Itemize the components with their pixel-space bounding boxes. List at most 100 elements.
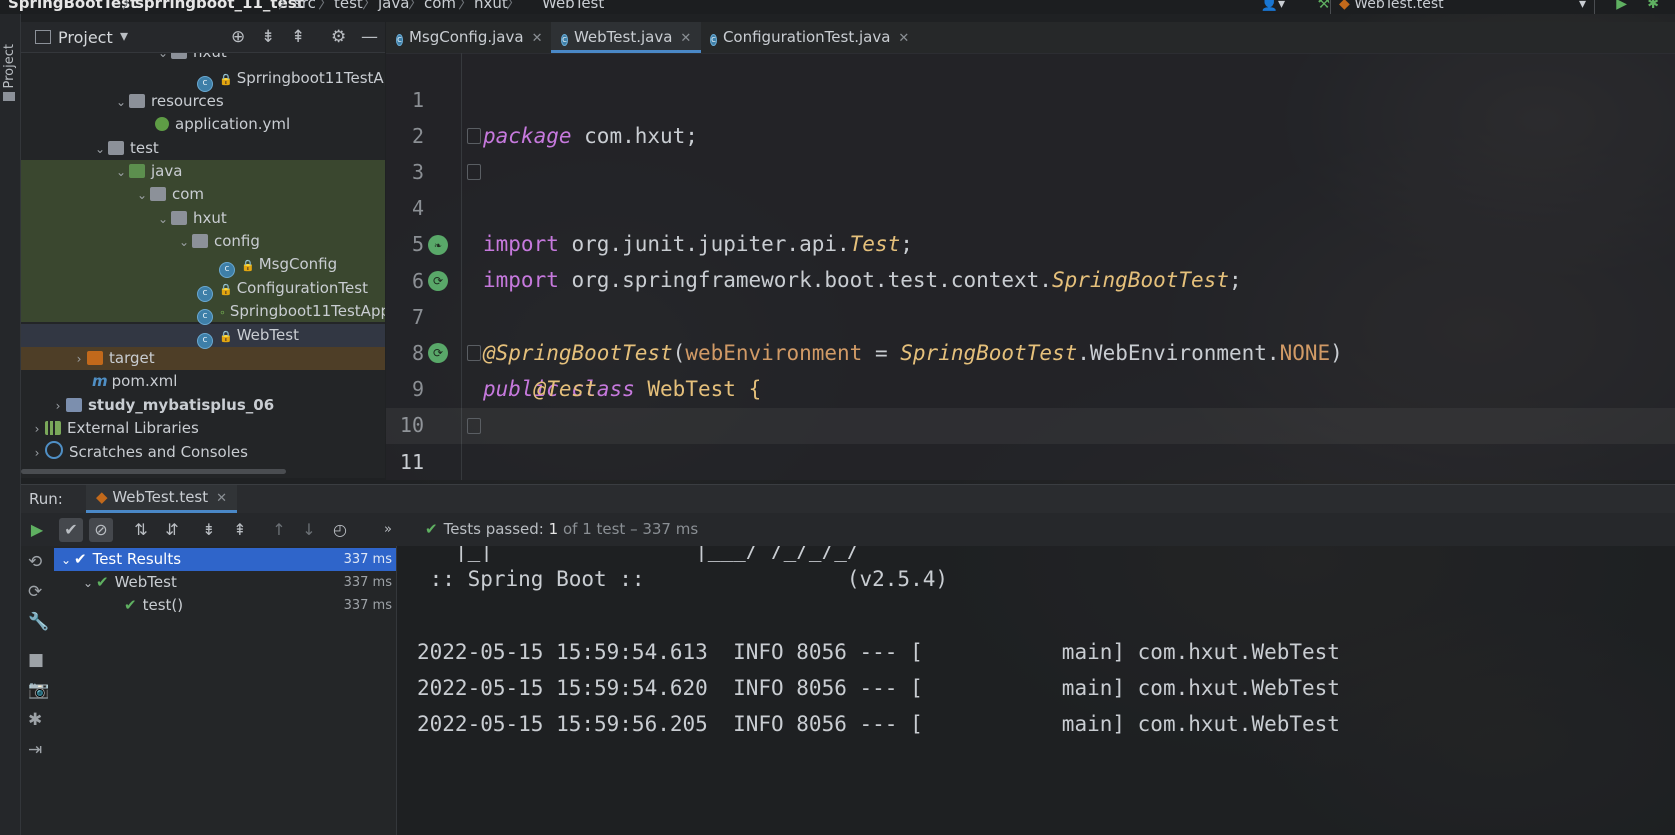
tree-node-webtest[interactable]: c 🔒 WebTest: [197, 324, 299, 349]
toggle-autotest-icon[interactable]: ⟳: [28, 582, 42, 602]
run-test-icon[interactable]: ⟳: [428, 271, 448, 291]
locate-icon[interactable]: ⊕: [231, 27, 245, 47]
chevron-right-icon[interactable]: ›: [50, 395, 66, 418]
chevron-down-icon[interactable]: ⌄: [92, 138, 108, 161]
tree-node-springboot11testapp[interactable]: c ∘ Springboot11TestApp: [197, 300, 385, 325]
tree-node-com[interactable]: ⌄ com: [134, 183, 204, 206]
debug-icon[interactable]: ✱: [1647, 0, 1659, 11]
fold-marker-icon[interactable]: [467, 418, 481, 434]
test-results-root[interactable]: ⌄ ✔ Test Results 337 ms: [54, 548, 396, 571]
spring-bean-icon[interactable]: ❧: [428, 235, 448, 255]
project-tool-window-button[interactable]: Project: [2, 44, 17, 88]
chevron-down-icon[interactable]: ⌄: [113, 161, 129, 184]
build-hammer-icon[interactable]: ⚒: [1317, 0, 1330, 11]
project-tree: ⌄hxut c🔒Sprringboot11TestAp ⌄resources a…: [21, 53, 385, 478]
tree-node-hxut-main[interactable]: ⌄hxut: [155, 53, 227, 64]
expand-all-icon[interactable]: ⇟: [197, 518, 221, 542]
breadcrumb-java[interactable]: java: [378, 0, 409, 11]
show-ignored-icon[interactable]: ⊘: [89, 518, 113, 542]
chevron-down-icon[interactable]: ⌄: [58, 549, 74, 572]
collapse-all-icon[interactable]: ⇞: [291, 27, 305, 47]
close-icon[interactable]: ✕: [680, 31, 691, 46]
breadcrumb-hxut[interactable]: hxut: [474, 0, 508, 11]
user-icon[interactable]: 👤▾: [1261, 0, 1285, 11]
breadcrumb-test[interactable]: test: [334, 0, 363, 11]
collapse-all-icon[interactable]: ⇞: [228, 518, 252, 542]
camera-icon[interactable]: 📷: [28, 680, 49, 700]
next-test-icon[interactable]: ↓: [297, 518, 321, 542]
minimize-icon[interactable]: —: [361, 27, 378, 47]
tree-horizontal-scrollbar[interactable]: [21, 469, 286, 474]
code-line: 8 @Test: [386, 299, 1675, 401]
chevron-down-icon[interactable]: ⌄: [134, 184, 150, 207]
tree-node-app-main[interactable]: c 🔒 Sprringboot11TestAp: [197, 67, 385, 92]
fold-marker-icon[interactable]: [467, 128, 481, 144]
run-icon[interactable]: ▶: [1616, 0, 1627, 11]
project-panel-title[interactable]: Project: [58, 28, 113, 47]
chevron-down-icon[interactable]: ▾: [120, 26, 128, 45]
tree-node-config[interactable]: ⌄ config: [176, 230, 260, 253]
gear-icon[interactable]: ⚙: [331, 27, 346, 47]
wrench-icon[interactable]: 🔧: [28, 612, 49, 632]
history-icon[interactable]: ◴: [328, 518, 352, 542]
rerun-icon[interactable]: ▶: [25, 518, 49, 542]
tab-configurationtest[interactable]: c ConfigurationTest.java ✕: [700, 22, 919, 53]
tree-node-msgconfig[interactable]: c 🔒 MsgConfig: [219, 253, 337, 278]
editor-tab-bar: c MsgConfig.java ✕ c WebTest.java ✕ c Configu…: [386, 22, 1675, 54]
test-node-test-method[interactable]: ✔ test() 337 ms: [54, 594, 396, 617]
tree-node-test[interactable]: ⌄ test: [92, 137, 159, 160]
chevron-down-icon[interactable]: ⌄: [155, 208, 171, 231]
fold-marker-icon[interactable]: [467, 345, 481, 361]
more-icon[interactable]: »: [376, 518, 400, 542]
tree-node-resources[interactable]: ⌄ resources: [113, 90, 224, 113]
left-tool-strip: Project: [0, 14, 21, 835]
chevron-down-icon[interactable]: ⌄: [80, 572, 96, 595]
code-line: 5: [386, 190, 1675, 256]
close-icon[interactable]: ✕: [898, 31, 909, 46]
tab-msgconfig[interactable]: c MsgConfig.java ✕: [386, 22, 552, 53]
breadcrumb-project[interactable]: SpringBootTest: [8, 0, 137, 11]
run-config-selector[interactable]: ◆ WebTest.test ▾: [1330, 0, 1595, 14]
breadcrumb-src[interactable]: src: [294, 0, 316, 11]
debug-settings-icon[interactable]: ✱: [28, 710, 42, 730]
code-line: 2: [386, 82, 1675, 148]
chevron-down-icon[interactable]: ⌄: [155, 53, 171, 65]
run-tab-webtest[interactable]: ◆ WebTest.test ✕: [86, 485, 238, 513]
excluded-folder-icon: [87, 351, 103, 365]
exit-icon[interactable]: ⇥: [28, 740, 42, 760]
test-node-webtest[interactable]: ⌄ ✔ WebTest 337 ms: [54, 571, 396, 594]
expand-all-icon[interactable]: ⇟: [261, 27, 275, 47]
tab-webtest[interactable]: c WebTest.java ✕: [551, 22, 702, 53]
run-test-icon[interactable]: ⟳: [428, 343, 448, 363]
chevron-down-icon[interactable]: ⌄: [176, 231, 192, 254]
rerun-failed-icon[interactable]: ⟲: [28, 552, 42, 572]
previous-test-icon[interactable]: ↑: [267, 518, 291, 542]
tree-node-java[interactable]: ⌄ java: [113, 160, 182, 183]
tree-node-configurationtest[interactable]: c 🔒 ConfigurationTest: [197, 277, 368, 302]
tree-node-external-libraries[interactable]: › External Libraries: [29, 417, 199, 440]
close-icon[interactable]: ✕: [532, 31, 543, 46]
chevron-down-icon[interactable]: ⌄: [113, 91, 129, 114]
close-icon[interactable]: ✕: [216, 491, 227, 506]
code-editor[interactable]: 1 package com.hxut; 2 3 import org.junit…: [386, 53, 1675, 480]
tree-node-hxut[interactable]: ⌄ hxut: [155, 207, 227, 230]
run-panel-header: Run: ◆ WebTest.test ✕: [21, 484, 1675, 513]
tree-node-pom[interactable]: m pom.xml: [92, 370, 177, 393]
resources-folder-icon: [129, 94, 145, 108]
chevron-right-icon[interactable]: ›: [29, 442, 45, 465]
sort-alpha-icon[interactable]: ⇅: [129, 518, 153, 542]
sort-duration-icon[interactable]: ⇵: [160, 518, 184, 542]
fold-marker-icon[interactable]: [467, 164, 481, 180]
chevron-right-icon[interactable]: ›: [71, 348, 87, 371]
chevron-right-icon[interactable]: ›: [29, 418, 45, 441]
tree-node-study-mybatisplus[interactable]: › study_mybatisplus_06: [50, 394, 275, 418]
stop-icon[interactable]: ■: [28, 650, 44, 670]
tree-node-target[interactable]: › target: [71, 347, 155, 370]
yml-file-icon: [155, 117, 169, 131]
console-output[interactable]: |_| |___/ /_/_/_/ :: Spring Boot :: (v2.…: [397, 546, 1675, 835]
tree-node-scratches[interactable]: › Scratches and Consoles: [29, 441, 248, 464]
show-passed-icon[interactable]: ✔: [59, 518, 83, 542]
tree-node-application-yml[interactable]: application.yml: [155, 113, 290, 136]
breadcrumb-webtest[interactable]: WebTest: [542, 0, 604, 11]
breadcrumb-com[interactable]: com: [424, 0, 456, 11]
